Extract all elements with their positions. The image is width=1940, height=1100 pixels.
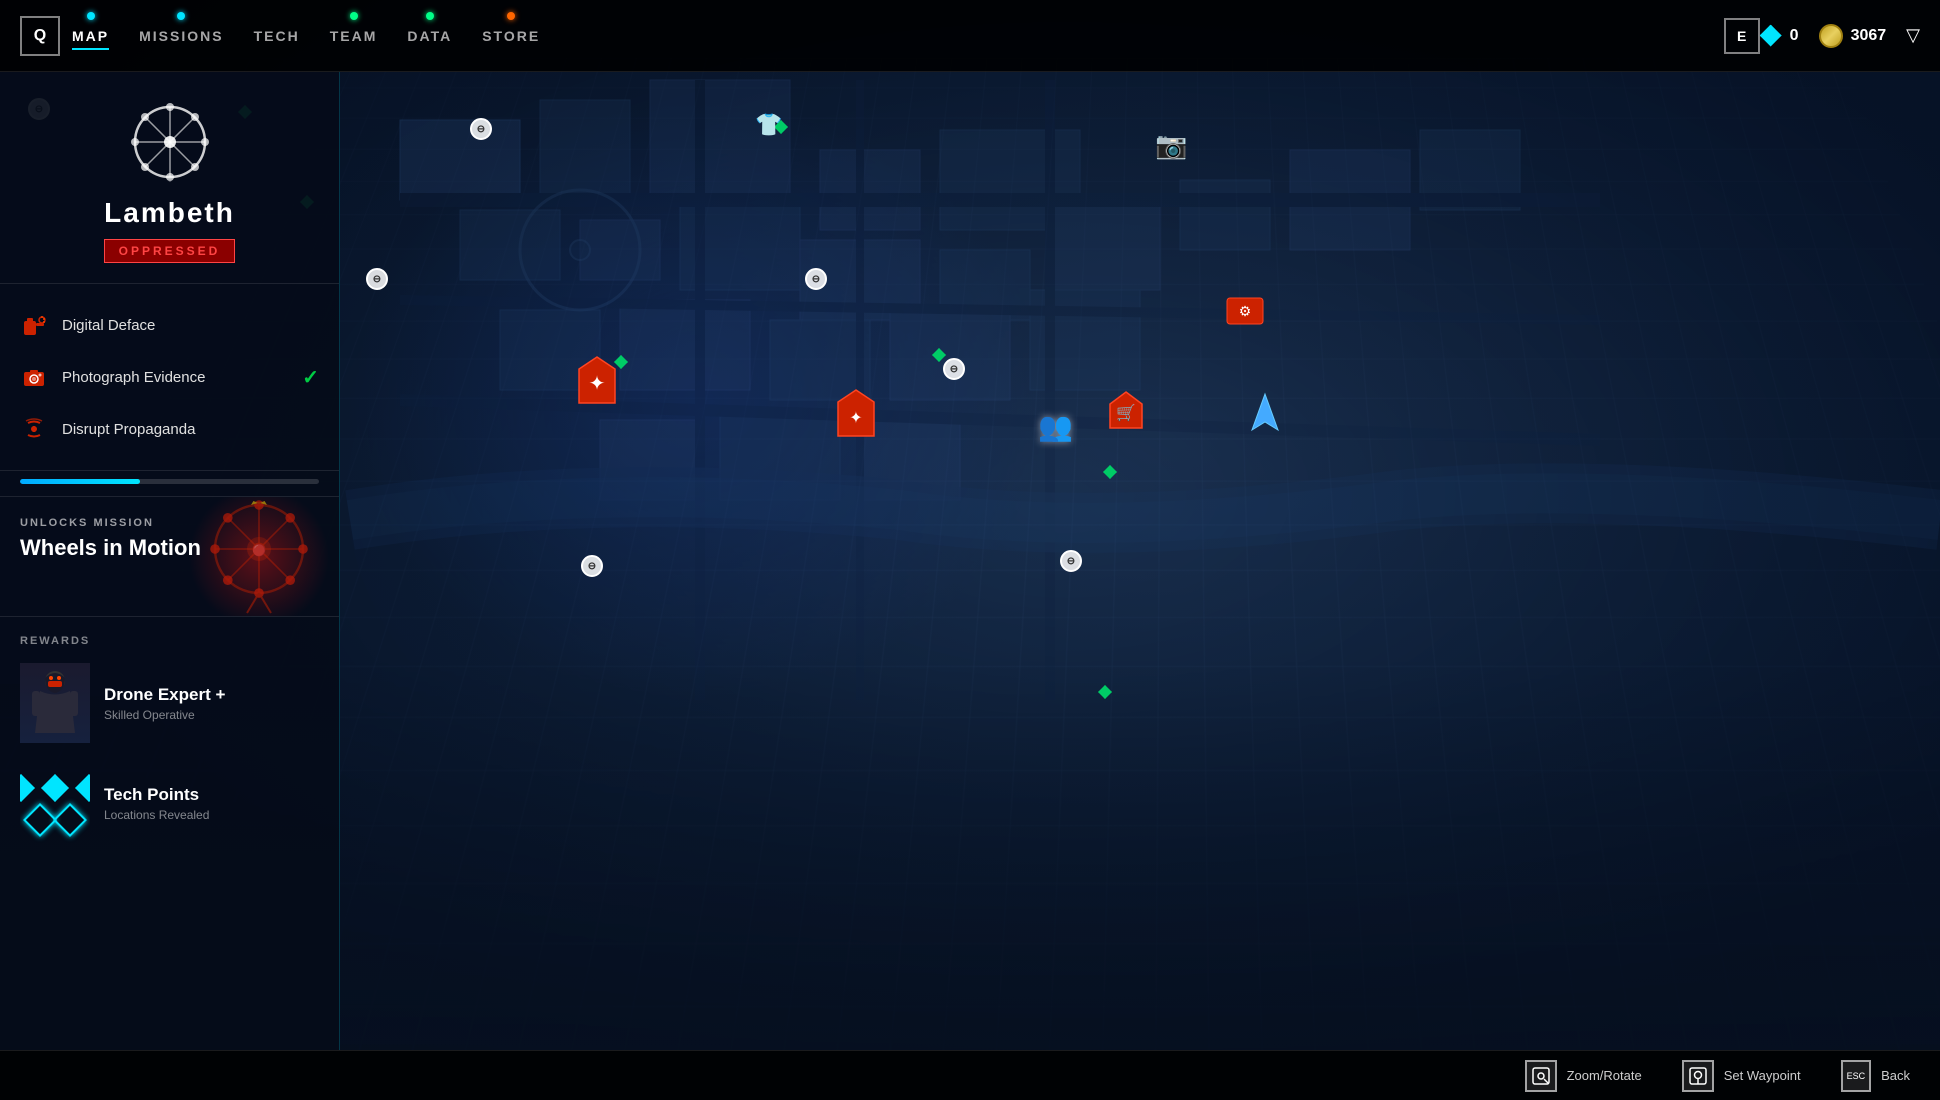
unlocks-label: UNLOCKS MISSION [20, 517, 319, 529]
mission-item-1[interactable]: Photograph Evidence ✓ [0, 351, 339, 403]
reward-tech-image [20, 763, 90, 843]
reward-item-1: Tech Points Locations Revealed [20, 763, 319, 843]
reward-subtitle-0: Skilled Operative [104, 708, 225, 722]
map-conflict-icon[interactable]: ⚙ [1225, 296, 1265, 331]
control-waypoint: Set Waypoint [1682, 1060, 1801, 1092]
map-people-icon[interactable]: 👥 [1038, 410, 1073, 443]
mission-label-2: Disrupt Propaganda [62, 421, 319, 438]
tech-diamonds-row-1 [20, 774, 90, 802]
gold-icon [1819, 24, 1843, 48]
district-status: OPPRESSED [104, 239, 236, 263]
tech-diamond-2 [41, 774, 69, 802]
rewards-section: REWARDS Drone Expert [0, 617, 339, 881]
bottombar: Zoom/Rotate Set Waypoint ESC Back [0, 1050, 1940, 1100]
ferris-wheel-icon [130, 102, 210, 182]
nav-dropdown-arrow[interactable]: ▽ [1906, 25, 1920, 46]
district-name: Lambeth [20, 197, 319, 229]
map-nav-icon[interactable] [1250, 392, 1280, 437]
nav-item-data[interactable]: DATA [407, 28, 452, 44]
reward-text-1: Tech Points Locations Revealed [104, 785, 209, 822]
progress-section [0, 471, 339, 497]
nav-item-team[interactable]: TEAM [330, 28, 378, 44]
svg-text:✦: ✦ [589, 373, 606, 395]
diamond-icon [1760, 25, 1782, 47]
reward-subtitle-1: Locations Revealed [104, 808, 209, 822]
mission-item-2[interactable]: Disrupt Propaganda [0, 403, 339, 455]
subway-icon-1[interactable]: ⊖ [470, 118, 492, 140]
reward-text-0: Drone Expert + Skilled Operative [104, 685, 225, 722]
nav-item-tech[interactable]: TECH [254, 28, 300, 44]
unlocks-section: 🔴 UNLOCKS MISSION Wheels in Motion [0, 497, 339, 617]
mission-item-0[interactable]: Digital Deface [0, 299, 339, 351]
missions-list: Digital Deface Photograph Evidence ✓ [0, 284, 339, 471]
tech-diamond-outline-1 [23, 803, 57, 837]
map-camera-icon[interactable]: 📷 [1155, 130, 1187, 161]
mission-marker-propaganda[interactable]: ✦ [836, 388, 876, 443]
reward-item-0: Drone Expert + Skilled Operative [20, 663, 319, 743]
signal-icon [20, 415, 48, 443]
subway-icon-6[interactable]: ⊖ [1060, 550, 1082, 572]
nav-item-map[interactable]: MAP [72, 28, 109, 44]
q-button[interactable]: Q [20, 16, 60, 56]
side-panel: Lambeth OPPRESSED Digital Deface [0, 72, 340, 1050]
tech-diamonds-row-2 [28, 808, 82, 832]
subway-icon-4[interactable]: ⊖ [805, 268, 827, 290]
tech-diamond-1 [20, 774, 35, 802]
waypoint-button-icon [1682, 1060, 1714, 1092]
map-person-icon[interactable]: 👕 [755, 112, 782, 138]
reward-operative-image [20, 663, 90, 743]
district-header: Lambeth OPPRESSED [0, 72, 339, 284]
topbar: Q MAP MISSIONS TECH TEAM DATA STORE E [0, 0, 1940, 72]
control-zoom: Zoom/Rotate [1525, 1060, 1642, 1092]
e-button[interactable]: E [1724, 18, 1760, 54]
subway-icon-3[interactable]: ⊖ [366, 268, 388, 290]
subway-icon-7[interactable]: ⊖ [581, 555, 603, 577]
mission-label-0: Digital Deface [62, 317, 319, 334]
unlocks-mission-name: Wheels in Motion [20, 535, 319, 561]
currency-diamond: 0 [1760, 25, 1799, 47]
unlocks-text: UNLOCKS MISSION Wheels in Motion [0, 497, 339, 581]
subway-icon-5[interactable]: ⊖ [943, 358, 965, 380]
svg-text:✦: ✦ [849, 410, 862, 427]
tech-diamonds-group [20, 774, 90, 832]
svg-text:🛒: 🛒 [1116, 403, 1136, 422]
reward-name-0: Drone Expert + [104, 685, 225, 705]
progress-bar-fill [20, 479, 140, 484]
spray-icon [20, 311, 48, 339]
svg-text:⚙: ⚙ [1239, 303, 1252, 319]
currency-gold: 3067 [1819, 24, 1887, 48]
main-nav: MAP MISSIONS TECH TEAM DATA STORE [72, 28, 1704, 44]
mission-checkmark-1: ✓ [302, 365, 319, 390]
map-store-icon[interactable]: 🛒 [1108, 390, 1144, 435]
nav-item-store[interactable]: STORE [482, 28, 540, 44]
nav-item-missions[interactable]: MISSIONS [139, 28, 223, 44]
tech-diamond-3 [75, 774, 90, 802]
camera-icon [20, 363, 48, 391]
reward-name-1: Tech Points [104, 785, 209, 805]
tech-diamond-outline-2 [53, 803, 87, 837]
mission-label-1: Photograph Evidence [62, 369, 302, 386]
zoom-label: Zoom/Rotate [1567, 1068, 1642, 1083]
esc-button-icon: ESC [1841, 1060, 1872, 1092]
mission-marker-spray[interactable]: ✦ [577, 355, 617, 410]
nav-right: 0 3067 ▽ [1760, 24, 1920, 48]
rewards-title: REWARDS [20, 635, 319, 647]
zoom-button-icon [1525, 1060, 1557, 1092]
control-back: ESC Back [1841, 1060, 1910, 1092]
back-label: Back [1881, 1068, 1910, 1083]
waypoint-label: Set Waypoint [1724, 1068, 1801, 1083]
progress-bar-bg [20, 479, 319, 484]
